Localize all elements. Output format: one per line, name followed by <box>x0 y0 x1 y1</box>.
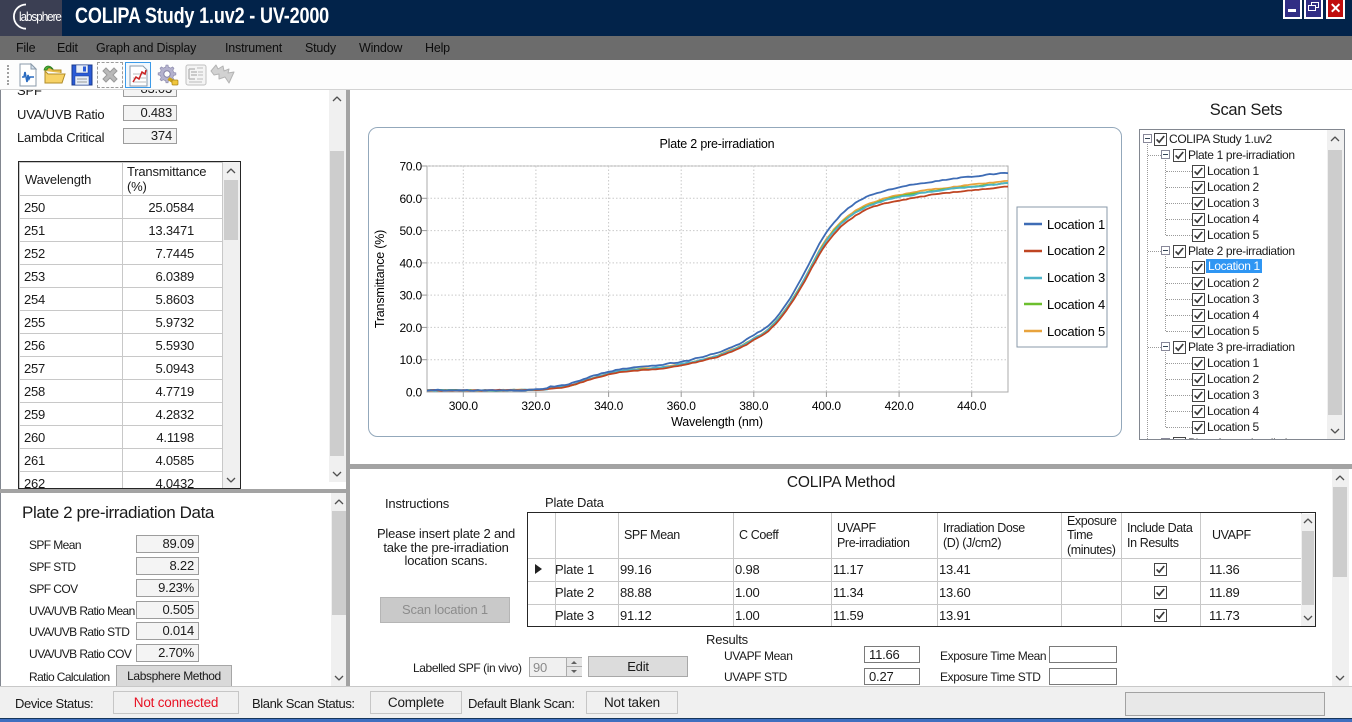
svg-text:10.0: 10.0 <box>399 353 422 367</box>
svg-text:Location 2: Location 2 <box>1047 243 1105 258</box>
svg-text:30.0: 30.0 <box>399 289 422 303</box>
svg-text:Location 5: Location 5 <box>1047 324 1105 339</box>
svg-text:400.0: 400.0 <box>812 399 842 413</box>
svg-text:360.0: 360.0 <box>667 399 697 413</box>
svg-text:0.0: 0.0 <box>406 386 423 400</box>
svg-text:420.0: 420.0 <box>885 399 915 413</box>
svg-text:Location 1: Location 1 <box>1047 217 1105 232</box>
svg-text:Wavelength (nm): Wavelength (nm) <box>671 415 763 429</box>
svg-text:50.0: 50.0 <box>399 224 422 238</box>
svg-text:320.0: 320.0 <box>521 399 551 413</box>
svg-text:40.0: 40.0 <box>399 256 422 270</box>
svg-text:Plate 2 pre-irradiation: Plate 2 pre-irradiation <box>660 137 775 151</box>
svg-text:Transmittance (%): Transmittance (%) <box>373 230 387 328</box>
svg-text:Location 4: Location 4 <box>1047 297 1105 312</box>
svg-text:Location 3: Location 3 <box>1047 270 1105 285</box>
svg-text:440.0: 440.0 <box>957 399 987 413</box>
svg-text:20.0: 20.0 <box>399 321 422 335</box>
svg-text:300.0: 300.0 <box>449 399 479 413</box>
svg-text:labsphere.: labsphere. <box>19 10 62 24</box>
svg-text:60.0: 60.0 <box>399 192 422 206</box>
svg-text:380.0: 380.0 <box>739 399 769 413</box>
svg-text:340.0: 340.0 <box>594 399 624 413</box>
svg-text:70.0: 70.0 <box>399 160 422 174</box>
